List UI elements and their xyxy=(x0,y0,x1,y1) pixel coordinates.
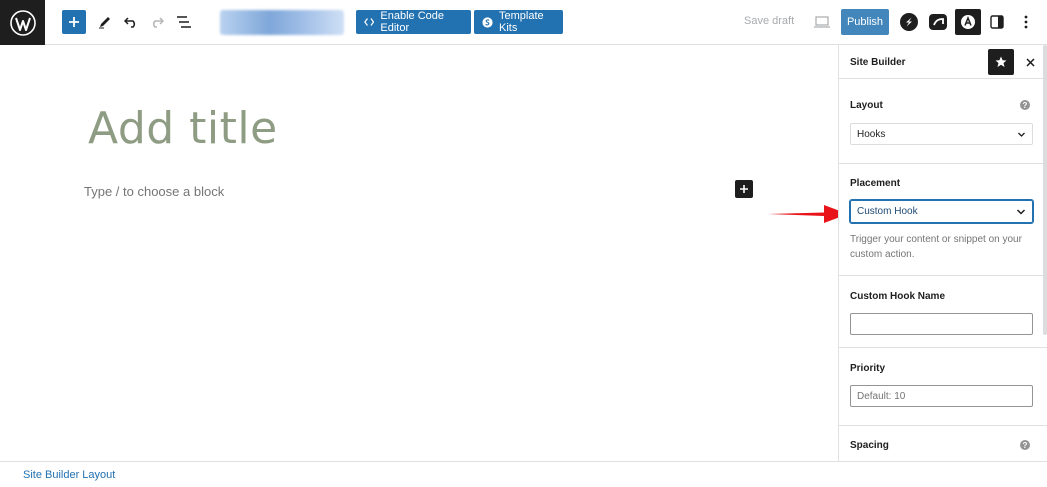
settings-sidebar: Site Builder Layout ? Hooks Placement Cu… xyxy=(838,45,1047,461)
placement-panel: Placement Custom Hook Trigger your conte… xyxy=(839,164,1047,276)
star-pin-button[interactable] xyxy=(988,49,1014,75)
layout-label: Layout xyxy=(850,100,883,111)
chevron-down-icon xyxy=(1018,132,1025,137)
document-title-blurred[interactable] xyxy=(220,10,344,35)
custom-hook-name-input[interactable] xyxy=(850,313,1033,335)
help-icon[interactable]: ? xyxy=(1020,100,1030,110)
spectra-icon[interactable] xyxy=(896,9,922,35)
block-inserter-button[interactable] xyxy=(62,10,86,34)
preview-device-icon[interactable] xyxy=(810,10,834,34)
breadcrumb-site-builder-layout[interactable]: Site Builder Layout xyxy=(23,469,115,481)
spacing-label: Spacing xyxy=(850,440,889,451)
layout-select[interactable]: Hooks xyxy=(850,123,1033,145)
astra-settings-icon[interactable] xyxy=(955,9,981,35)
redo-icon[interactable] xyxy=(145,10,169,34)
priority-input[interactable]: Default: 10 xyxy=(850,385,1033,407)
close-sidebar-button[interactable] xyxy=(1021,53,1039,71)
sidebar-scrollbar[interactable] xyxy=(1043,45,1047,335)
post-title-input[interactable]: Add title xyxy=(88,103,278,154)
sidebar-header: Site Builder xyxy=(839,45,1047,79)
wordpress-logo-icon[interactable] xyxy=(0,0,45,45)
document-overview-icon[interactable] xyxy=(172,10,196,34)
editor-canvas: Add title Type / to choose a block xyxy=(0,45,848,461)
undo-icon[interactable] xyxy=(119,10,143,34)
layout-select-value: Hooks xyxy=(857,128,886,140)
save-draft-button[interactable]: Save draft xyxy=(744,15,794,27)
inline-block-inserter-button[interactable] xyxy=(735,180,753,198)
layout-panel: Layout ? Hooks xyxy=(839,79,1047,164)
placement-select-value: Custom Hook xyxy=(857,206,918,217)
zipwp-icon[interactable] xyxy=(925,9,951,35)
code-icon xyxy=(364,18,375,26)
options-menu-icon[interactable] xyxy=(1014,10,1038,34)
enable-code-editor-button[interactable]: Enable Code Editor xyxy=(356,10,471,34)
sidebar-title: Site Builder xyxy=(850,57,906,68)
editor-toolbar: Enable Code Editor Template Kits Save dr… xyxy=(0,0,1047,45)
block-breadcrumb-bar: Site Builder Layout xyxy=(0,461,1047,487)
sidebar-toggle-icon[interactable] xyxy=(985,10,1009,34)
custom-hook-name-label: Custom Hook Name xyxy=(850,291,946,302)
spectra-logo-icon xyxy=(482,16,493,28)
chevron-down-icon xyxy=(1016,209,1026,215)
template-kits-label: Template Kits xyxy=(499,10,544,34)
placement-label: Placement xyxy=(850,178,901,189)
custom-hook-name-panel: Custom Hook Name xyxy=(839,276,1047,348)
star-icon xyxy=(995,56,1007,67)
default-block-appender[interactable]: Type / to choose a block xyxy=(84,184,224,199)
priority-label: Priority xyxy=(850,363,886,374)
placement-help-text: Trigger your content or snippet on your … xyxy=(850,234,1022,260)
help-icon[interactable]: ? xyxy=(1020,440,1030,450)
spacing-panel[interactable]: Spacing ? xyxy=(839,426,1047,461)
close-icon xyxy=(1025,57,1035,67)
publish-button[interactable]: Publish xyxy=(841,9,889,35)
priority-panel: Priority Default: 10 xyxy=(839,348,1047,426)
template-kits-button[interactable]: Template Kits xyxy=(474,10,563,34)
placement-select[interactable]: Custom Hook xyxy=(850,200,1033,223)
enable-code-editor-label: Enable Code Editor xyxy=(380,10,444,34)
annotation-arrow-icon xyxy=(768,205,848,223)
pencil-tools-icon[interactable] xyxy=(93,10,117,34)
